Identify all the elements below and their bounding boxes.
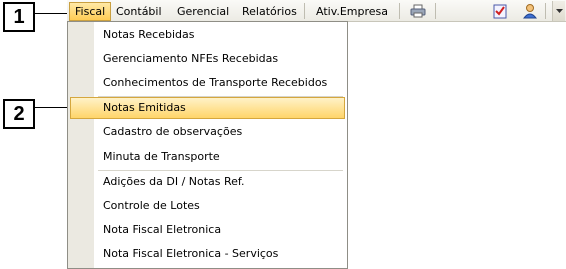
menu-gerencial[interactable]: Gerencial xyxy=(172,2,234,21)
menu-item-nota-fiscal-eletronica-servicos[interactable]: Nota Fiscal Eletronica - Serviços xyxy=(70,243,345,265)
menu-fiscal[interactable]: Fiscal xyxy=(69,2,112,21)
menu-item-adicoes-di-notas-ref[interactable]: Adições da DI / Notas Ref. xyxy=(70,171,345,193)
menu-item-notas-emitidas[interactable]: Notas Emitidas xyxy=(70,97,345,119)
fiscal-dropdown-menu: Notas Recebidas Gerenciamento NFEs Receb… xyxy=(67,21,348,269)
menu-item-cadastro-observacoes[interactable]: Cadastro de observações xyxy=(70,121,345,143)
menu-ativ-empresa[interactable]: Ativ.Empresa xyxy=(311,2,393,21)
menubar-separator xyxy=(545,3,546,19)
menubar-separator xyxy=(304,3,305,19)
menu-item-controle-lotes[interactable]: Controle de Lotes xyxy=(70,195,345,217)
menu-item-minuta-transporte[interactable]: Minuta de Transporte xyxy=(70,146,345,168)
checklist-icon[interactable] xyxy=(491,3,509,19)
menu-relatorios[interactable]: Relatórios xyxy=(237,2,302,21)
callout-1-leader xyxy=(35,13,69,14)
menu-item-nota-fiscal-eletronica[interactable]: Nota Fiscal Eletronica xyxy=(70,219,345,241)
chevron-down-icon[interactable] xyxy=(552,1,565,21)
menu-item-conhecimentos-transporte-recebidos[interactable]: Conhecimentos de Transporte Recebidos xyxy=(70,72,345,94)
menubar-separator xyxy=(435,3,436,19)
menu-item-notas-recebidas[interactable]: Notas Recebidas xyxy=(70,24,345,46)
menu-bar: Fiscal Contábil Gerencial Relatórios Ati… xyxy=(67,0,566,22)
callout-2-leader xyxy=(35,107,69,108)
user-icon[interactable] xyxy=(521,3,539,19)
menu-item-gerenciamento-nfes-recebidas[interactable]: Gerenciamento NFEs Recebidas xyxy=(70,48,345,70)
callout-2: 2 xyxy=(3,99,35,129)
menu-contabil[interactable]: Contábil xyxy=(111,2,167,21)
printer-icon[interactable] xyxy=(409,3,427,19)
callout-1: 1 xyxy=(3,2,35,32)
menubar-separator xyxy=(399,3,400,19)
